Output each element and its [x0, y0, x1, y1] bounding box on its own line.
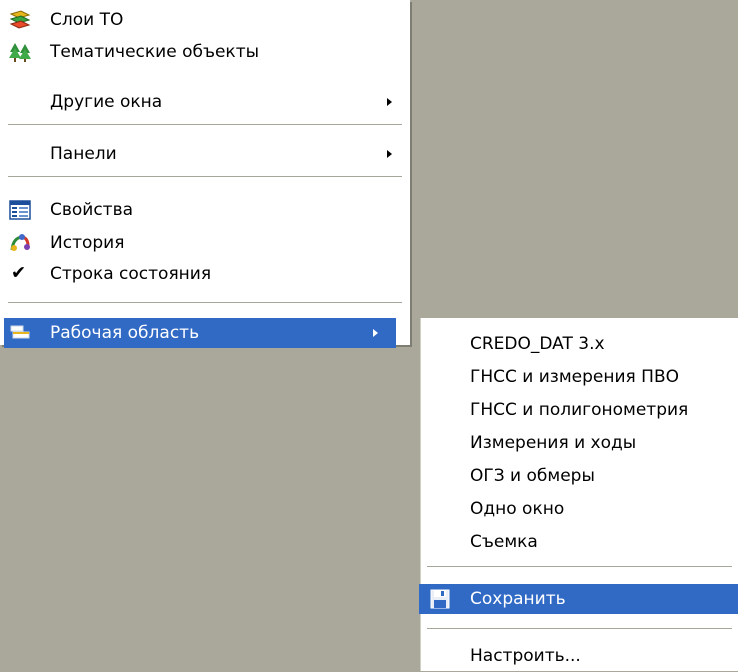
menu-separator — [8, 176, 402, 177]
checkmark-icon: ✔ — [11, 262, 27, 284]
workspace-submenu: CREDO_DAT 3.x ГНСС и измерения ПВО ГНСС … — [419, 318, 738, 672]
submenu-item-save[interactable]: Сохранить — [419, 584, 738, 614]
menu-item-other-windows[interactable]: Другие окна — [0, 86, 410, 118]
menu-item-properties[interactable]: Свойства — [0, 194, 410, 226]
submenu-item-label: Настроить... — [470, 646, 581, 666]
submenu-item-label: ГНСС и полигонометрия — [470, 400, 689, 420]
menu-item-label: Панели — [50, 144, 117, 164]
submenu-item-label: CREDO_DAT 3.x — [470, 334, 605, 354]
menu-item-label: История — [50, 233, 125, 253]
menu-item-label: Тематические объекты — [50, 42, 260, 62]
submenu-item-survey[interactable]: Съемка — [421, 526, 738, 558]
history-icon — [9, 232, 31, 254]
trees-icon — [9, 41, 31, 63]
submenu-item-configure[interactable]: Настроить... — [421, 640, 738, 672]
submenu-item-label: ОГЗ и обмеры — [470, 466, 595, 486]
submenu-arrow-icon — [373, 329, 378, 337]
layers-icon — [9, 9, 31, 31]
menu-item-thematic-objects[interactable]: Тематические объекты — [0, 36, 410, 68]
submenu-item-label: Сохранить — [470, 589, 566, 609]
submenu-item-gnss-polygonometry[interactable]: ГНСС и полигонометрия — [421, 394, 738, 426]
save-icon — [429, 588, 451, 610]
submenu-item-label: Съемка — [470, 532, 538, 552]
main-context-menu: Слои ТО Тематические объекты Другие окна… — [0, 0, 410, 348]
submenu-item-ogz-measurements[interactable]: ОГЗ и обмеры — [421, 460, 738, 492]
submenu-arrow-icon — [387, 150, 392, 158]
submenu-item-gnss-pvo[interactable]: ГНСС и измерения ПВО — [421, 361, 738, 393]
menu-separator — [427, 628, 732, 629]
menu-item-label: Рабочая область — [50, 323, 200, 343]
menu-separator — [427, 566, 732, 567]
menu-item-status-bar[interactable]: ✔ Строка состояния — [0, 258, 410, 290]
submenu-item-measurements-traverses[interactable]: Измерения и ходы — [421, 427, 738, 459]
menu-separator — [8, 302, 402, 303]
submenu-item-label: ГНСС и измерения ПВО — [470, 367, 679, 387]
submenu-item-label: Одно окно — [470, 499, 565, 519]
menu-item-workspace[interactable]: Рабочая область — [4, 318, 396, 348]
workspace-icon — [9, 322, 31, 344]
submenu-item-label: Измерения и ходы — [470, 433, 637, 453]
menu-item-layers[interactable]: Слои ТО — [0, 4, 410, 36]
menu-item-label: Строка состояния — [50, 264, 212, 284]
menu-item-panels[interactable]: Панели — [0, 138, 410, 170]
submenu-item-credo-dat[interactable]: CREDO_DAT 3.x — [421, 328, 738, 360]
properties-icon — [9, 199, 31, 221]
menu-item-label: Слои ТО — [50, 10, 124, 30]
menu-item-history[interactable]: История — [0, 227, 410, 259]
menu-item-label: Другие окна — [50, 92, 163, 112]
menu-item-label: Свойства — [50, 200, 134, 220]
menu-separator — [8, 124, 402, 125]
submenu-item-single-window[interactable]: Одно окно — [421, 493, 738, 525]
submenu-arrow-icon — [387, 98, 392, 106]
